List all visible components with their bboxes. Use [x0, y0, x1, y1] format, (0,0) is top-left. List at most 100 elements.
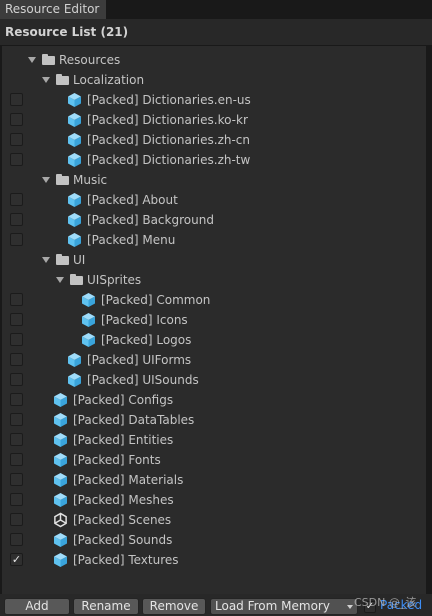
include-checkbox[interactable] [10, 313, 23, 326]
include-checkbox[interactable] [10, 373, 23, 386]
tree-row-label: [Packed] Scenes [73, 513, 172, 527]
tree-row-uisprites[interactable]: UISprites [2, 270, 426, 290]
prefab-cube-icon [68, 213, 81, 227]
include-checkbox[interactable] [10, 493, 23, 506]
include-checkbox[interactable] [10, 113, 23, 126]
tree-row-scenes[interactable]: [Packed] Scenes [2, 510, 426, 530]
include-checkbox[interactable] [10, 93, 23, 106]
remove-button[interactable]: Remove [142, 598, 206, 615]
tree-row-datatables[interactable]: [Packed] DataTables [2, 410, 426, 430]
include-checkbox[interactable] [10, 353, 23, 366]
expand-arrow-icon[interactable] [42, 257, 50, 263]
load-type-value: Load From Memory [215, 599, 330, 613]
include-checkbox[interactable] [10, 233, 23, 246]
tree-row-entities[interactable]: [Packed] Entities [2, 430, 426, 450]
include-checkbox[interactable] [10, 413, 23, 426]
tree-row-materials[interactable]: [Packed] Materials [2, 470, 426, 490]
tree-row-menu[interactable]: [Packed] Menu [2, 230, 426, 250]
expand-arrow-icon[interactable] [42, 77, 50, 83]
include-checkbox[interactable] [10, 513, 23, 526]
include-checkbox[interactable] [10, 293, 23, 306]
folder-icon [42, 54, 55, 65]
prefab-cube-icon [68, 233, 81, 247]
tree-row-about[interactable]: [Packed] About [2, 190, 426, 210]
tree-row-dictionaries-zh-tw[interactable]: [Packed] Dictionaries.zh-tw [2, 150, 426, 170]
tree-row-textures[interactable]: ✓ [Packed] Textures [2, 550, 426, 570]
tree-row-label: [Packed] DataTables [73, 413, 195, 427]
include-checkbox[interactable] [10, 453, 23, 466]
tree-row-common[interactable]: [Packed] Common [2, 290, 426, 310]
tree-row-label: UI [73, 253, 86, 267]
prefab-cube-icon [68, 353, 81, 367]
tree-row-configs[interactable]: [Packed] Configs [2, 390, 426, 410]
tree-row-dictionaries-en-us[interactable]: [Packed] Dictionaries.en-us [2, 90, 426, 110]
tree-row-icons[interactable]: [Packed] Icons [2, 310, 426, 330]
prefab-cube-icon [68, 93, 81, 107]
add-button[interactable]: Add [4, 598, 70, 615]
tree-row-label: Localization [73, 73, 145, 87]
tree-row-label: [Packed] Configs [73, 393, 174, 407]
resource-tree[interactable]: Resources Localization [Packed] Dictiona… [2, 46, 426, 594]
tree-row-dictionaries-ko-kr[interactable]: [Packed] Dictionaries.ko-kr [2, 110, 426, 130]
include-checkbox[interactable] [10, 213, 23, 226]
tree-row-label: [Packed] Sounds [73, 533, 173, 547]
expand-arrow-icon[interactable] [28, 57, 36, 63]
tree-row-label: [Packed] Dictionaries.en-us [87, 93, 251, 107]
prefab-cube-icon [54, 533, 67, 547]
tree-row-label: [Packed] Textures [73, 553, 179, 567]
tree-row-label: [Packed] Menu [87, 233, 176, 247]
tree-row-label: [Packed] Entities [73, 433, 174, 447]
tree-row-resources[interactable]: Resources [2, 50, 426, 70]
prefab-cube-icon [54, 493, 67, 507]
prefab-cube-icon [68, 373, 81, 387]
watermark: CSDN @_该 [354, 596, 417, 609]
tree-row-fonts[interactable]: [Packed] Fonts [2, 450, 426, 470]
tree-row-uisounds[interactable]: [Packed] UISounds [2, 370, 426, 390]
tree-row-meshes[interactable]: [Packed] Meshes [2, 490, 426, 510]
tree-row-sounds[interactable]: [Packed] Sounds [2, 530, 426, 550]
tree-row-uiforms[interactable]: [Packed] UIForms [2, 350, 426, 370]
prefab-cube-icon [82, 333, 95, 347]
prefab-cube-icon [54, 473, 67, 487]
prefab-cube-icon [68, 193, 81, 207]
tree-row-dictionaries-zh-cn[interactable]: [Packed] Dictionaries.zh-cn [2, 130, 426, 150]
include-checkbox[interactable] [10, 533, 23, 546]
folder-icon [56, 174, 69, 185]
include-checkbox[interactable] [10, 433, 23, 446]
load-type-dropdown[interactable]: Load From Memory [210, 598, 358, 615]
tree-row-label: [Packed] UISounds [87, 373, 199, 387]
prefab-cube-icon [68, 113, 81, 127]
chevron-down-icon [347, 605, 353, 609]
tree-row-music[interactable]: Music [2, 170, 426, 190]
tree-row-label: UISprites [87, 273, 142, 287]
folder-icon [56, 74, 69, 85]
tree-row-label: [Packed] UIForms [87, 353, 192, 367]
prefab-cube-icon [82, 313, 95, 327]
window-tab-bar: Resource Editor [0, 0, 432, 19]
prefab-cube-icon [54, 453, 67, 467]
tree-row-background[interactable]: [Packed] Background [2, 210, 426, 230]
tree-row-localization[interactable]: Localization [2, 70, 426, 90]
window-tab[interactable]: Resource Editor [0, 0, 106, 19]
include-checkbox[interactable] [10, 133, 23, 146]
tree-row-logos[interactable]: [Packed] Logos [2, 330, 426, 350]
resource-list-header: Resource List (21) [0, 19, 432, 45]
tree-row-label: [Packed] Logos [101, 333, 192, 347]
include-checkbox[interactable] [10, 193, 23, 206]
unity-scene-icon [54, 512, 67, 528]
expand-arrow-icon[interactable] [42, 177, 50, 183]
include-checkbox[interactable] [10, 473, 23, 486]
rename-button[interactable]: Rename [73, 598, 139, 615]
include-checkbox[interactable] [10, 393, 23, 406]
include-checkbox-checked[interactable]: ✓ [10, 553, 23, 566]
tree-row-label: Resources [59, 53, 121, 67]
tree-row-label: [Packed] Materials [73, 473, 184, 487]
prefab-cube-icon [54, 553, 67, 567]
folder-icon [56, 254, 69, 265]
tree-row-label: [Packed] Dictionaries.ko-kr [87, 113, 248, 127]
include-checkbox[interactable] [10, 153, 23, 166]
tree-row-label: Music [73, 173, 108, 187]
tree-row-ui[interactable]: UI [2, 250, 426, 270]
expand-arrow-icon[interactable] [56, 277, 64, 283]
include-checkbox[interactable] [10, 333, 23, 346]
